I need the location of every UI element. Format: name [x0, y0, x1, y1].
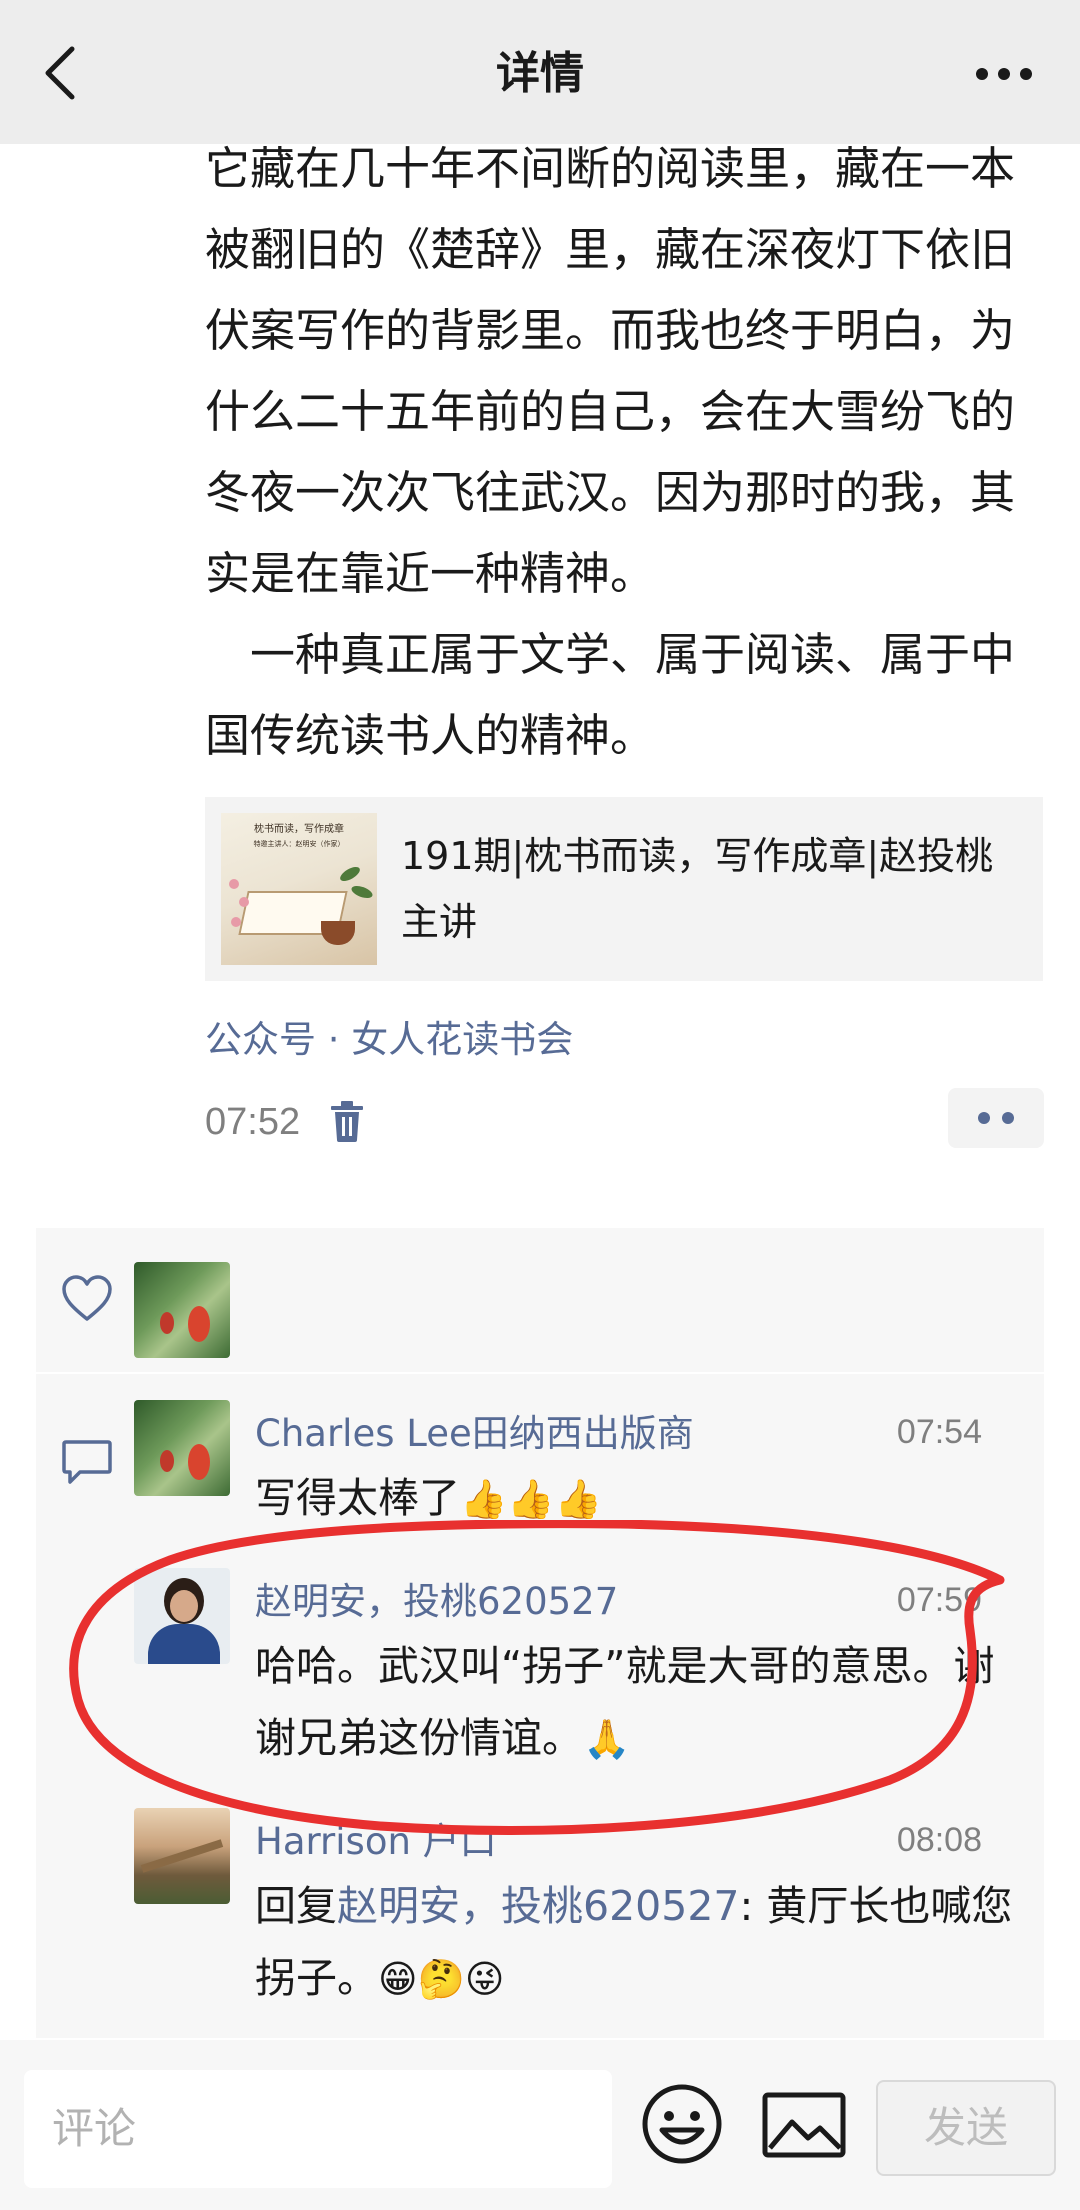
shared-article-title: 191期|枕书而读，写作成章|赵投桃主讲: [401, 834, 994, 944]
more-options-button[interactable]: [964, 44, 1044, 104]
commenter-name[interactable]: Charles Lee田纳西出版商: [255, 1408, 694, 1460]
thumbnail-subtitle: 特邀主讲人：赵明安（作家）: [253, 840, 345, 848]
delete-button[interactable]: [327, 1100, 367, 1144]
article-paragraph: 一种真正属于文学、属于阅读、属于中国传统读书人的精神。: [205, 628, 1016, 762]
page-title: 详情: [496, 48, 584, 99]
comment-item[interactable]: 赵明安，投桃620527 07:59 哈哈。武汉叫“拐子”就是大哥的意思。谢谢兄…: [36, 1568, 1044, 1778]
more-dots-icon: [978, 1112, 990, 1124]
comment-text: 哈哈。武汉叫“拐子”就是大哥的意思。谢谢兄弟这份情谊。🙏: [255, 1630, 1015, 1775]
thumbnail-title: 枕书而读，写作成章: [254, 824, 344, 835]
commenter-avatar[interactable]: [134, 1808, 230, 1904]
like-comment-menu-button[interactable]: [948, 1088, 1044, 1148]
comment-text: 回复赵明安，投桃620527: 黄厅长也喊您拐子。😁🤔😜: [255, 1870, 1015, 2015]
image-picture-icon[interactable]: [762, 2092, 846, 2158]
post-time: 07:52: [205, 1101, 301, 1143]
reply-mention[interactable]: 赵明安，投桃620527: [337, 1882, 740, 1930]
top-navigation-bar: 详情: [0, 0, 1080, 144]
post-article-text: 它藏在几十年不间断的阅读里，藏在一本被翻旧的《楚辞》里，藏在深夜灯下依旧伏案写作…: [205, 128, 1045, 776]
more-dots-icon: [976, 68, 988, 80]
likes-comments-panel: Charles Lee田纳西出版商 07:54 写得太棒了👍👍👍 赵明安，投桃6…: [36, 1228, 1044, 2038]
heart-outline-icon: [62, 1275, 112, 1321]
comment-time: 08:08: [896, 1821, 982, 1859]
comment-time: 07:59: [896, 1581, 982, 1619]
comment-input-bar: 评论 发送: [0, 2040, 1080, 2210]
commenter-avatar[interactable]: [134, 1400, 230, 1496]
thumbs-up-emoji: 👍👍👍: [460, 1477, 602, 1521]
official-account-source[interactable]: 公众号 · 女人花读书会: [205, 1010, 573, 1070]
pray-emoji: 🙏: [583, 1717, 631, 1761]
comment-time: 07:54: [896, 1413, 982, 1451]
commenter-avatar[interactable]: [134, 1568, 230, 1664]
emoji-smile-icon[interactable]: [640, 2082, 724, 2166]
liker-avatar[interactable]: [134, 1262, 230, 1358]
likes-row: [36, 1228, 1044, 1374]
comment-text: 写得太棒了👍👍👍: [255, 1462, 1015, 1535]
send-button[interactable]: 发送: [876, 2080, 1056, 2176]
teacup-illustration: [321, 921, 355, 945]
commenter-name[interactable]: Harrison 户口: [255, 1816, 497, 1868]
comment-input[interactable]: 评论: [24, 2070, 612, 2188]
comment-item[interactable]: Harrison 户口 08:08 回复赵明安，投桃620527: 黄厅长也喊您…: [36, 1808, 1044, 2028]
article-paragraph: 它藏在几十年不间断的阅读里，藏在一本被翻旧的《楚辞》里，藏在深夜灯下依旧伏案写作…: [205, 142, 1016, 600]
trash-icon: [331, 1101, 363, 1142]
commenter-name[interactable]: 赵明安，投桃620527: [255, 1576, 618, 1628]
laughing-thinking-winking-emoji: 😁🤔😜: [378, 1957, 505, 2001]
shared-article-card[interactable]: 枕书而读，写作成章 特邀主讲人：赵明安（作家） 191期|枕书而读，写作成章|赵…: [205, 797, 1043, 981]
article-thumbnail: 枕书而读，写作成章 特邀主讲人：赵明安（作家）: [221, 813, 377, 965]
comment-item[interactable]: Charles Lee田纳西出版商 07:54 写得太棒了👍👍👍: [36, 1400, 1044, 1550]
